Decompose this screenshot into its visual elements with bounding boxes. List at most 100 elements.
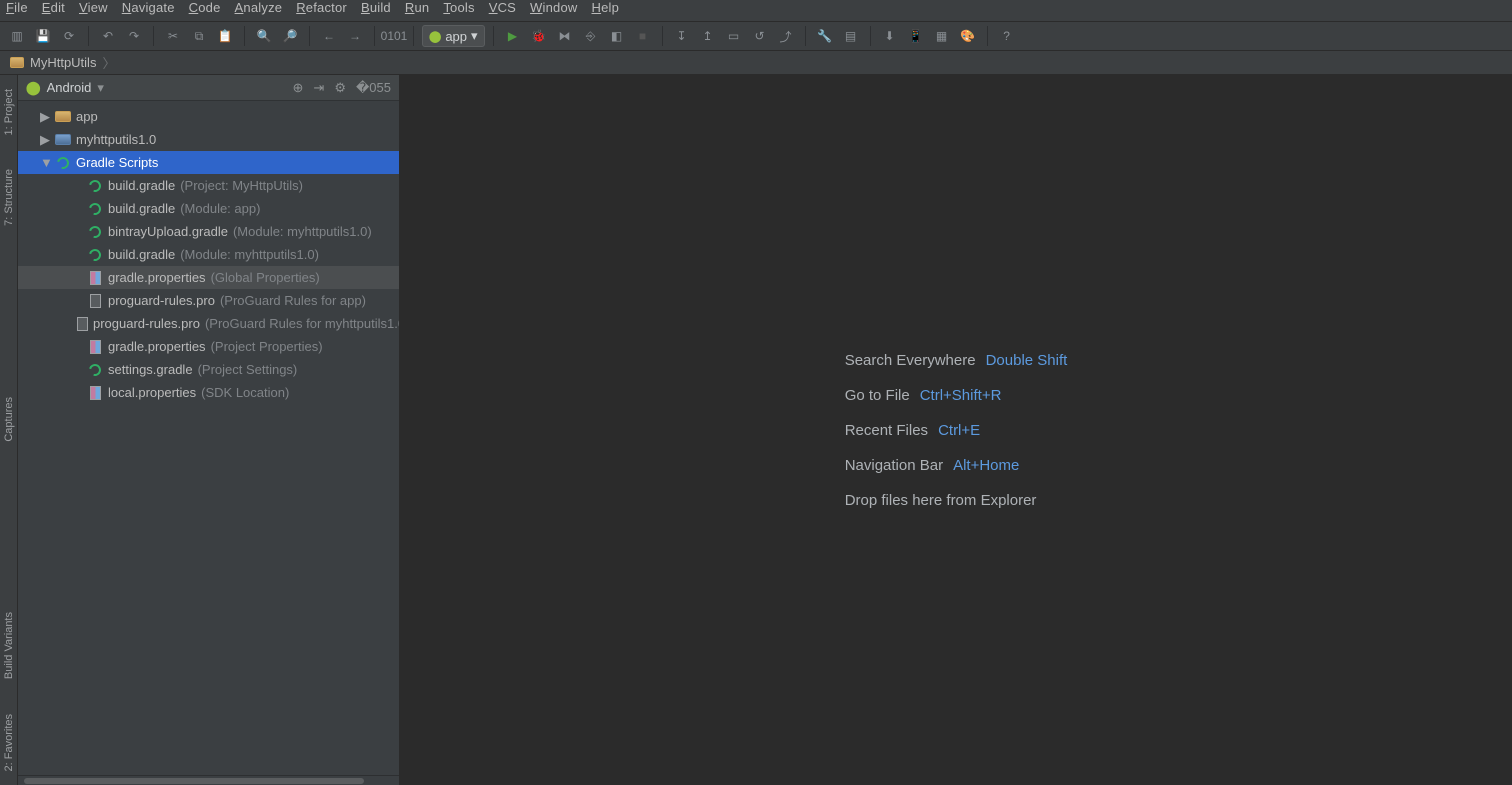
open-button[interactable]: ▥ <box>6 25 28 47</box>
tree-item[interactable]: build.gradle (Module: myhttputils1.0) <box>18 243 399 266</box>
settings-button[interactable]: 🔧 <box>814 25 836 47</box>
vcs-revert-icon: ↺ <box>755 29 765 43</box>
layout-button[interactable]: ▦ <box>931 25 953 47</box>
binary-button[interactable]: 0101 <box>383 25 405 47</box>
menu-analyze[interactable]: Analyze <box>235 0 283 15</box>
vcs-commit-button[interactable]: ↥ <box>697 25 719 47</box>
editor-empty-state: Search EverywhereDouble ShiftGo to FileC… <box>400 75 1512 785</box>
tree-item-qualifier: (Project Settings) <box>198 362 298 377</box>
tree-item[interactable]: ▶myhttputils1.0 <box>18 128 399 151</box>
project-tree[interactable]: ▶app▶myhttputils1.0▼Gradle Scriptsbuild.… <box>18 101 399 775</box>
gradle-icon <box>87 226 103 238</box>
target-icon[interactable]: ⊕ <box>293 80 304 96</box>
redo-button[interactable]: ↷ <box>123 25 145 47</box>
gear-icon[interactable]: ⚙ <box>334 80 346 96</box>
tool-window-tab[interactable]: Build Variants <box>3 604 15 687</box>
menu-run[interactable]: Run <box>405 0 429 15</box>
paste-button[interactable]: 📋 <box>214 25 236 47</box>
tree-item-label: local.properties <box>108 385 196 400</box>
copy-button[interactable]: ⧉ <box>188 25 210 47</box>
stop-button[interactable]: ■ <box>632 25 654 47</box>
android-icon: ⬤ <box>26 80 41 96</box>
tip-label: Search Everywhere <box>845 352 976 369</box>
debug-icon: 🐞 <box>531 29 546 43</box>
menu-window[interactable]: Window <box>530 0 577 15</box>
menu-code[interactable]: Code <box>189 0 221 15</box>
vcs-update-button[interactable]: ↧ <box>671 25 693 47</box>
avd-button[interactable]: 📱 <box>905 25 927 47</box>
menu-help[interactable]: Help <box>592 0 620 15</box>
undo-button[interactable]: ↶ <box>97 25 119 47</box>
theme-button[interactable]: 🎨 <box>957 25 979 47</box>
tool-window-bar-left: 1: Project 7: Structure Captures Build Va… <box>0 75 18 785</box>
tree-item-qualifier: (Module: app) <box>180 201 260 216</box>
debug-button[interactable]: 🐞 <box>528 25 550 47</box>
save-button[interactable]: 💾 <box>32 25 54 47</box>
expand-arrow-icon[interactable]: ▶ <box>40 109 50 125</box>
tree-item[interactable]: gradle.properties (Project Properties) <box>18 335 399 358</box>
help-button[interactable]: ? <box>996 25 1018 47</box>
run-config-label: app <box>445 29 467 44</box>
project-tool-window: ⬤ Android ▾ ⊕ ⇥ ⚙ �055 ▶app▶myhttputils1… <box>18 75 400 785</box>
tree-item[interactable]: settings.gradle (Project Settings) <box>18 358 399 381</box>
tree-item[interactable]: build.gradle (Project: MyHttpUtils) <box>18 174 399 197</box>
menu-edit[interactable]: Edit <box>42 0 65 15</box>
menu-build[interactable]: Build <box>361 0 391 15</box>
menu-navigate[interactable]: Navigate <box>122 0 175 15</box>
tree-item[interactable]: bintrayUpload.gradle (Module: myhttputil… <box>18 220 399 243</box>
run-config-selector[interactable]: ⬤app▾ <box>422 25 485 47</box>
expand-arrow-icon[interactable]: ▼ <box>40 155 50 170</box>
chevron-down-icon[interactable]: ▾ <box>97 80 104 96</box>
menu-vcs[interactable]: VCS <box>489 0 516 15</box>
sync-icon: ⟳ <box>64 29 74 43</box>
tool-window-tab[interactable]: 2: Favorites <box>3 706 15 779</box>
profile-icon: ⧓ <box>559 29 571 43</box>
nav-breadcrumb: MyHttpUtils 〉 <box>0 51 1512 75</box>
tree-item[interactable]: ▼Gradle Scripts <box>18 151 399 174</box>
cut-button[interactable]: ✂ <box>162 25 184 47</box>
tree-item[interactable]: ▶app <box>18 105 399 128</box>
sdk-button[interactable]: ⬇ <box>879 25 901 47</box>
tree-item[interactable]: local.properties (SDK Location) <box>18 381 399 404</box>
menu-refactor[interactable]: Refactor <box>296 0 347 15</box>
replace-button[interactable]: 🔎 <box>279 25 301 47</box>
vcs-revert-button[interactable]: ↺ <box>749 25 771 47</box>
binary-icon: 0101 <box>381 29 408 43</box>
tree-item-label: gradle.properties <box>108 339 206 354</box>
menu-file[interactable]: File <box>6 0 28 15</box>
structure-button[interactable]: ▤ <box>840 25 862 47</box>
menu-view[interactable]: View <box>79 0 108 15</box>
sync-button[interactable]: ⟳ <box>58 25 80 47</box>
breadcrumb-project[interactable]: MyHttpUtils <box>30 55 96 70</box>
properties-icon <box>87 386 103 400</box>
tool-window-tab[interactable]: 7: Structure <box>3 161 15 234</box>
collapse-icon[interactable]: ⇥ <box>313 80 324 96</box>
menu-tools[interactable]: Tools <box>443 0 474 15</box>
tool-window-tab[interactable]: 1: Project <box>3 81 15 143</box>
tree-item[interactable]: proguard-rules.pro (ProGuard Rules for a… <box>18 289 399 312</box>
attach-button[interactable]: ⎆ <box>580 25 602 47</box>
tree-item-label: proguard-rules.pro <box>93 316 200 331</box>
editor-tip: Go to FileCtrl+Shift+R <box>845 387 1002 404</box>
vcs-history-button[interactable]: ▭ <box>723 25 745 47</box>
tree-item-label: build.gradle <box>108 178 175 193</box>
tool-window-tab[interactable]: Captures <box>3 389 15 450</box>
tree-item[interactable]: gradle.properties (Global Properties) <box>18 266 399 289</box>
vcs-push-button[interactable]: ⤴ <box>775 25 797 47</box>
coverage-button[interactable]: ◧ <box>606 25 628 47</box>
avd-icon: 📱 <box>908 29 923 43</box>
tree-item[interactable]: proguard-rules.pro (ProGuard Rules for m… <box>18 312 399 335</box>
back-button[interactable]: ← <box>318 25 340 47</box>
project-view-selector[interactable]: Android <box>47 80 92 95</box>
tree-item[interactable]: build.gradle (Module: app) <box>18 197 399 220</box>
hide-icon[interactable]: �055 <box>356 80 391 96</box>
profile-button[interactable]: ⧓ <box>554 25 576 47</box>
forward-button[interactable]: → <box>344 25 366 47</box>
run-button[interactable]: ▶ <box>502 25 524 47</box>
find-button[interactable]: 🔍 <box>253 25 275 47</box>
tip-shortcut: Alt+Home <box>953 457 1019 474</box>
expand-arrow-icon[interactable]: ▶ <box>40 132 50 148</box>
properties-icon <box>87 340 103 354</box>
tree-item-qualifier: (Module: myhttputils1.0) <box>180 247 319 262</box>
gradle-icon <box>55 157 71 169</box>
